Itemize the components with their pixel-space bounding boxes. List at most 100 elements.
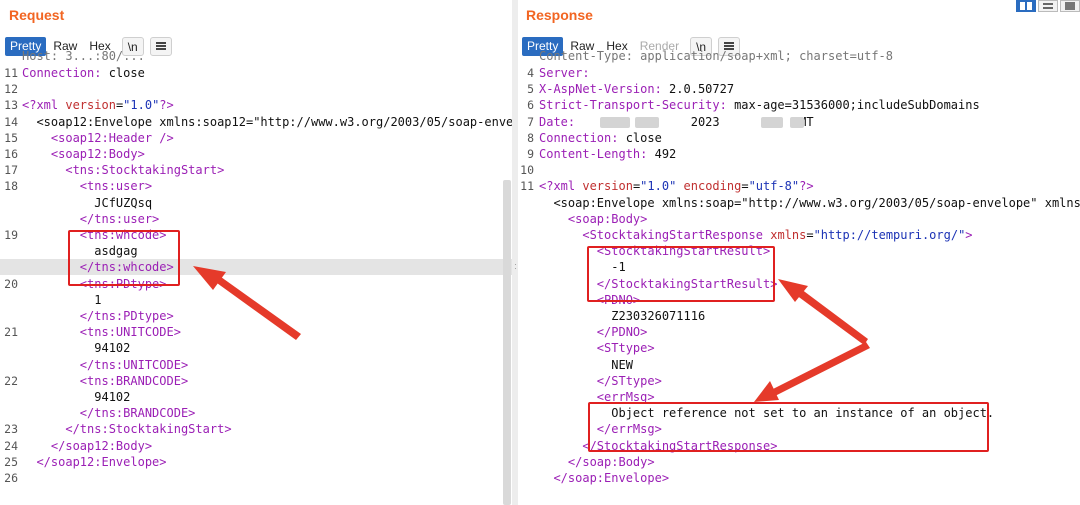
line-number: 9 (527, 147, 534, 161)
redaction-blur (790, 116, 804, 128)
line-number: 26 (4, 471, 18, 485)
line-number: 24 (4, 438, 18, 453)
code-line[interactable]: 17 <tns:StocktakingStart> (0, 162, 512, 178)
request-scrollbar[interactable] (503, 180, 511, 505)
code-line[interactable]: <StocktakingStartResponse xmlns="http://… (518, 227, 1080, 243)
code-text: <soap12:Envelope xmlns:soap12="http://ww… (22, 114, 512, 129)
code-line[interactable]: 11 Connection: close (0, 65, 512, 81)
code-line[interactable]: 21 <tns:UNITCODE> (0, 324, 512, 340)
code-line[interactable]: 13 <?xml version="1.0"?> (0, 97, 512, 113)
code-line[interactable]: 18 <tns:user> (0, 178, 512, 194)
code-line[interactable]: <STtype> (518, 340, 1080, 356)
request-menu-button[interactable] (149, 36, 172, 56)
line-number: 18 (4, 179, 18, 194)
code-text: <tns:StocktakingStart> (65, 163, 225, 178)
line-number: 5 (527, 82, 534, 97)
code-text: </tns:BRANDCODE> (79, 406, 196, 421)
response-result-highlight-box (587, 246, 775, 302)
code-text: </tns:user> (79, 211, 160, 226)
code-line[interactable]: 15 <soap12:Header /> (0, 130, 512, 146)
code-line[interactable]: JCfUZQsq (0, 195, 512, 211)
line-number: 10 (520, 163, 534, 178)
line-number: 14 (4, 114, 18, 129)
code-text: NEW (539, 357, 633, 372)
code-line[interactable]: 1 (0, 292, 512, 308)
cut-off-text: Host: 3...:80/... (22, 49, 145, 63)
code-line[interactable]: </tns:UNITCODE> (0, 357, 512, 373)
code-line[interactable]: NEW (518, 357, 1080, 373)
code-text: 94102 (22, 341, 131, 356)
code-text: <soap:Envelope xmlns:soap="http://www.w3… (539, 195, 1080, 210)
code-text: </tns:PDtype> (79, 309, 174, 323)
code-text: <?xml version="1.0" encoding="utf-8"?> (539, 179, 814, 194)
code-line[interactable]: 12 (0, 81, 512, 97)
code-text: Connection: close (539, 130, 662, 145)
code-line[interactable]: 26 (0, 470, 512, 486)
single-pane-icon[interactable] (1060, 0, 1080, 12)
redaction-blur (761, 116, 783, 128)
code-text: <StocktakingStartResponse xmlns="http://… (582, 228, 973, 242)
code-line[interactable]: </soap:Body> (518, 454, 1080, 470)
line-number: 16 (4, 147, 18, 161)
line-number: 20 (4, 276, 18, 291)
layout-toggles (1016, 0, 1080, 12)
line-number: 8 (527, 130, 534, 145)
line-number: 17 (4, 163, 18, 178)
code-line[interactable]: <soap:Body> (518, 211, 1080, 227)
split-vertical-icon[interactable] (1038, 0, 1058, 12)
code-line[interactable]: </PDNO> (518, 324, 1080, 340)
redaction-blur (600, 116, 630, 128)
code-line[interactable]: </soap:Envelope> (518, 470, 1080, 486)
code-text: </soap:Envelope> (553, 471, 670, 485)
code-line[interactable]: 14 <soap12:Envelope xmlns:soap12="http:/… (0, 114, 512, 130)
line-number: 11 (520, 179, 534, 194)
code-text: </STtype> (596, 373, 662, 388)
code-text: 94102 (22, 390, 131, 404)
code-line[interactable]: 9 Content-Length: 492 (518, 146, 1080, 162)
code-text: <tns:user> (79, 179, 153, 194)
code-text: Z230326071116 (539, 309, 706, 323)
line-number: 19 (4, 228, 18, 242)
line-number: 11 (4, 66, 18, 80)
code-text: Server: (539, 66, 590, 80)
code-line[interactable]: </tns:BRANDCODE> (0, 405, 512, 421)
split-horizontal-icon[interactable] (1016, 0, 1036, 12)
hamburger-icon (155, 42, 166, 50)
code-line[interactable]: 10 (518, 162, 1080, 178)
code-line[interactable]: 6 Strict-Transport-Security: max-age=3153… (518, 97, 1080, 113)
code-text: <soap12:Header /> (50, 130, 174, 145)
code-line[interactable]: 22 <tns:BRANDCODE> (0, 373, 512, 389)
code-line[interactable]: 4 Server: (518, 65, 1080, 81)
code-text: Connection: close (22, 66, 145, 80)
code-line[interactable]: 94102 (0, 389, 512, 405)
code-line[interactable]: 5 X-AspNet-Version: 2.0.50727 (518, 81, 1080, 97)
code-line[interactable]: 24 </soap12:Body> (0, 438, 512, 454)
line-number: 7 (527, 114, 534, 129)
cut-off-text: Content-Type: application/soap+xml; char… (539, 49, 894, 63)
line-number: 4 (527, 66, 534, 80)
code-text: 1 (22, 292, 102, 307)
code-line[interactable]: <soap:Envelope xmlns:soap="http://www.w3… (518, 195, 1080, 211)
code-text: <soap:Body> (567, 211, 648, 226)
code-text: </soap:Body> (567, 454, 655, 469)
line-number: 25 (4, 454, 18, 469)
code-text: Content-Length: 492 (539, 147, 677, 161)
code-line[interactable]: 16 <soap12:Body> (0, 146, 512, 162)
response-title: Response (526, 7, 593, 23)
divider-grip-icon: · · (514, 259, 517, 273)
code-line[interactable]: 23 </tns:StocktakingStart> (0, 421, 512, 437)
line-number: 23 (4, 422, 18, 437)
code-text: </tns:UNITCODE> (79, 357, 189, 372)
code-line[interactable]: </tns:user> (0, 211, 512, 227)
code-line[interactable]: </STtype> (518, 373, 1080, 389)
code-line[interactable]: 25 </soap12:Envelope> (0, 454, 512, 470)
code-line[interactable]: </tns:PDtype> (0, 308, 512, 324)
code-text: <STtype> (596, 341, 655, 356)
code-text: </soap12:Body> (50, 438, 153, 453)
code-line[interactable]: 94102 (0, 340, 512, 356)
code-line[interactable]: 11 <?xml version="1.0" encoding="utf-8"?> (518, 178, 1080, 194)
code-text: <tns:UNITCODE> (79, 325, 181, 340)
code-line[interactable]: 8 Connection: close (518, 130, 1080, 146)
code-text: <tns:BRANDCODE> (79, 373, 189, 388)
code-line[interactable]: Z230326071116 (518, 308, 1080, 324)
